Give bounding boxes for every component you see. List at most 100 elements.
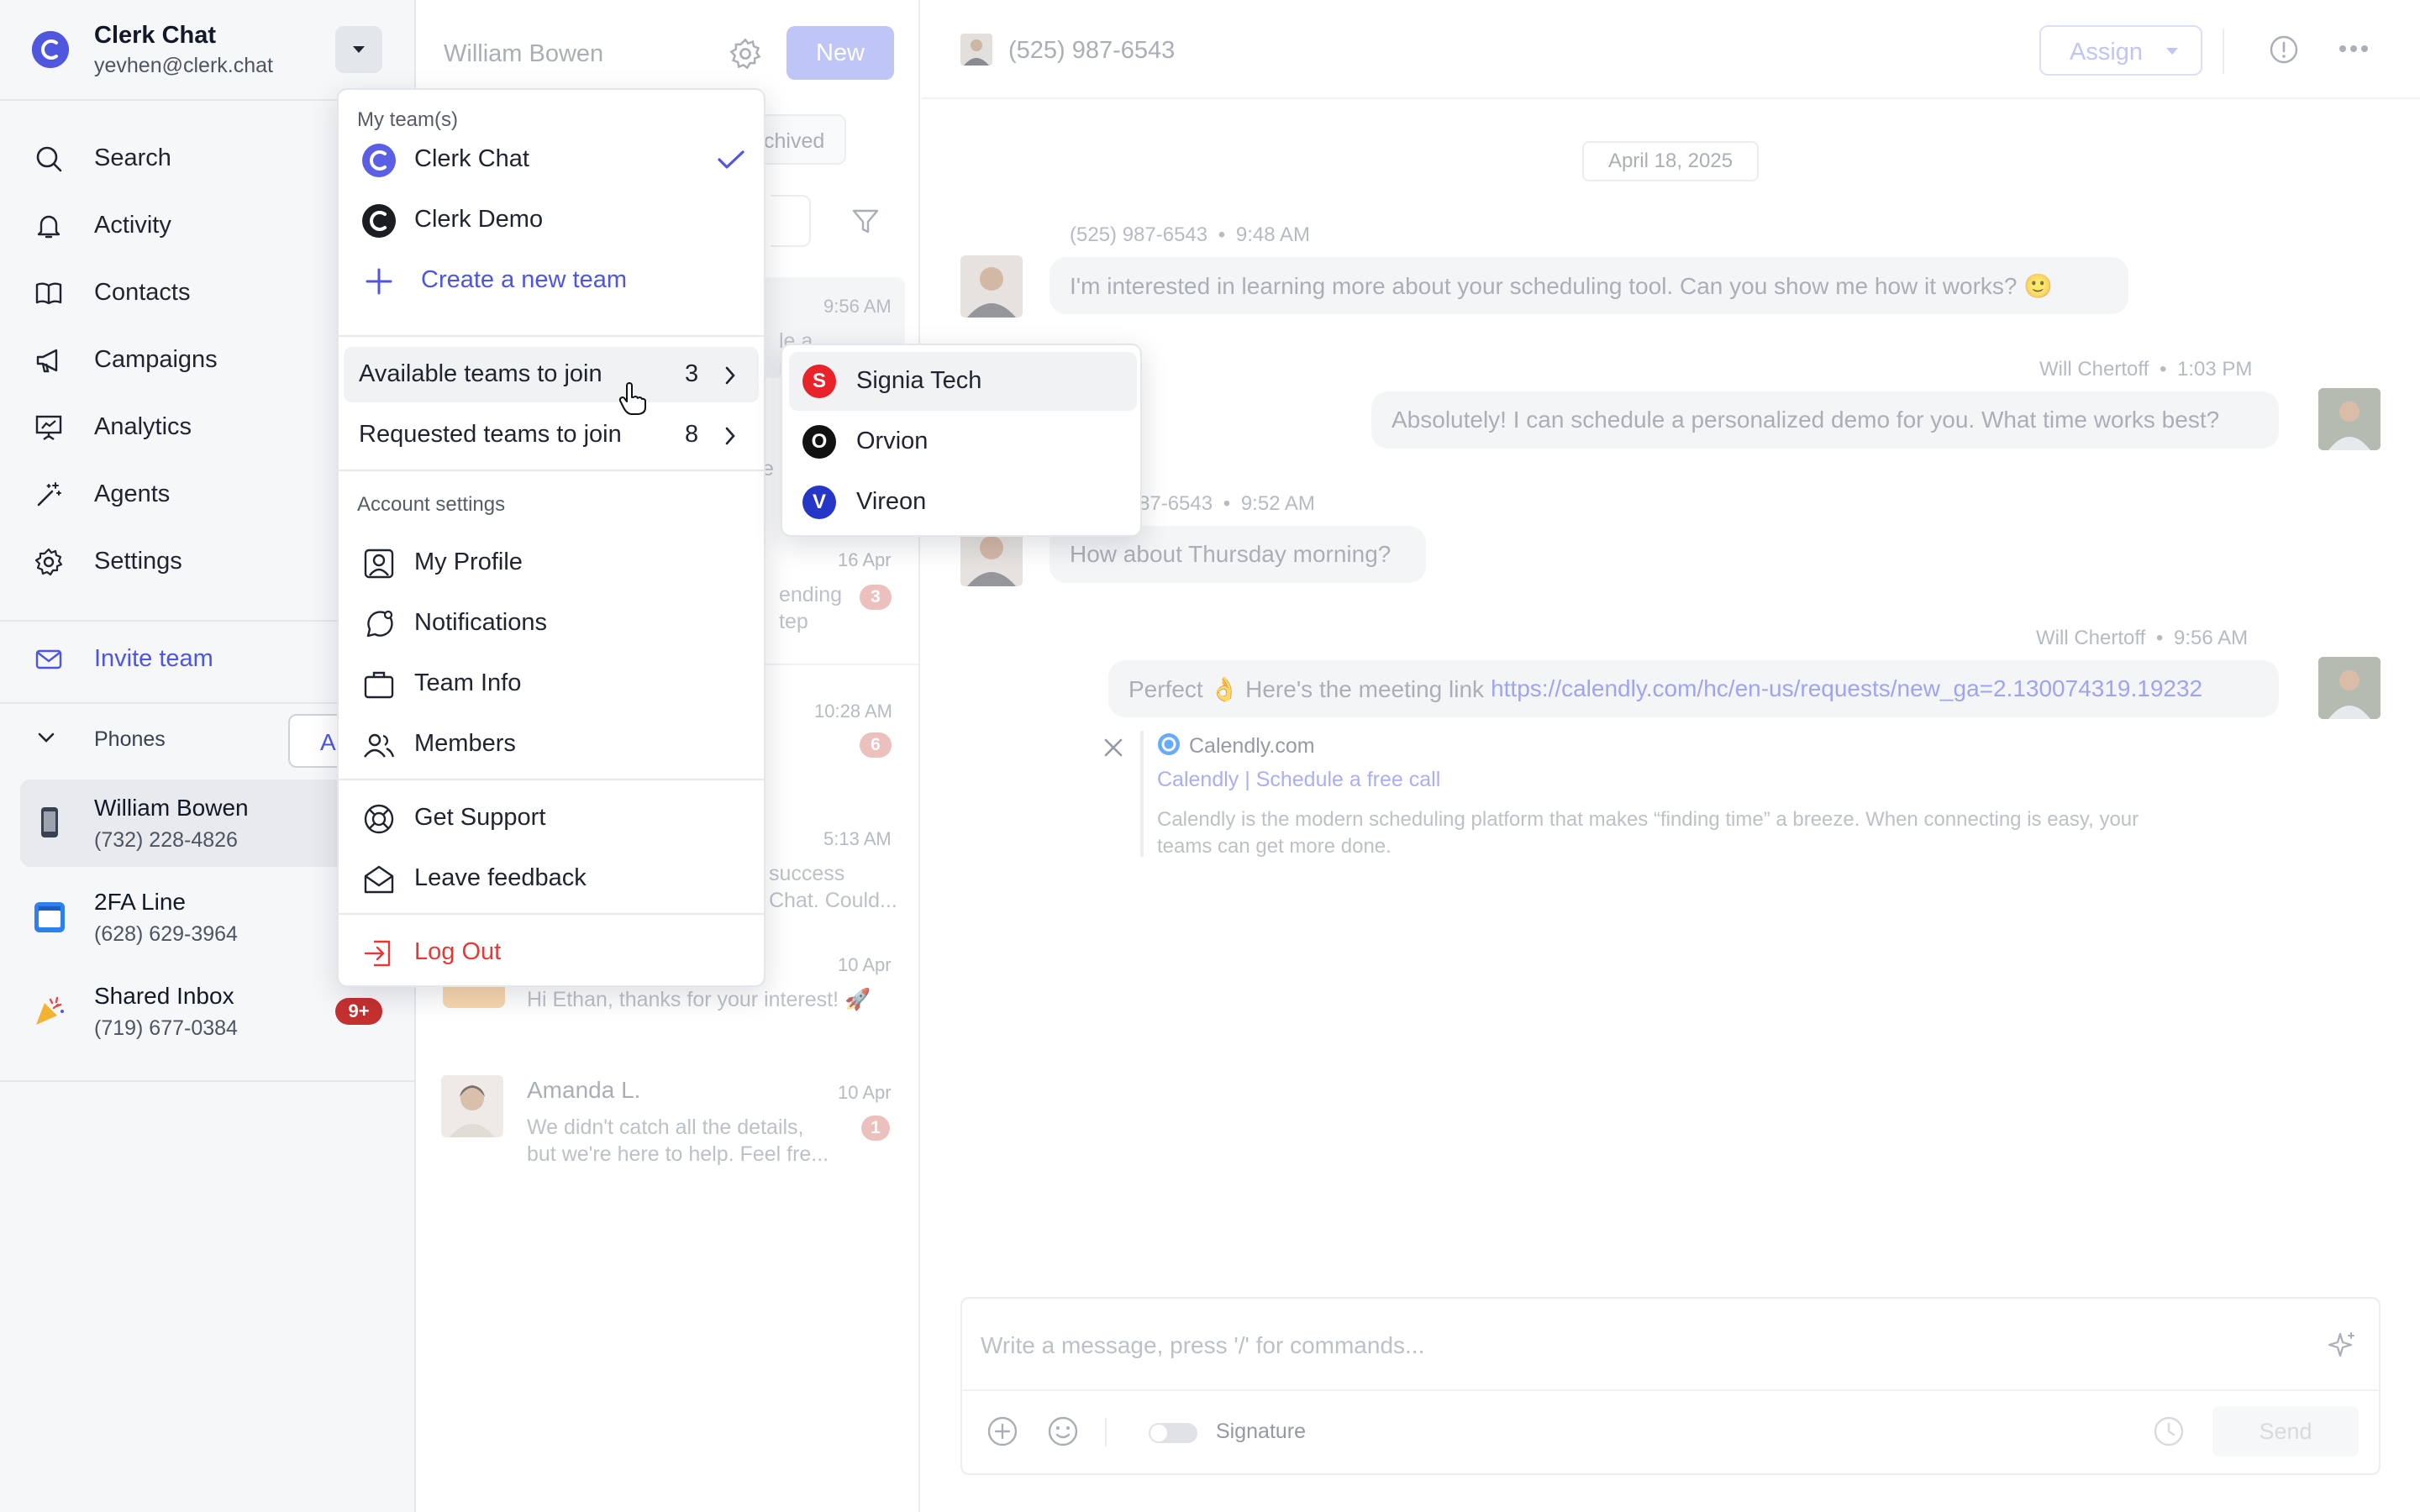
phone-name: Shared Inbox [94,983,234,1009]
conv-preview: We didn't catch all the details, [527,1116,804,1139]
divider [339,913,764,915]
bell-icon [37,215,60,239]
check-icon [718,150,744,169]
new-conversation-button[interactable]: New [786,26,894,80]
menu-label: Leave feedback [414,864,587,891]
clerk-chat-logo-icon [362,144,396,177]
preview-title: Calendly | Schedule a free call [1157,768,1441,791]
logout-icon [364,940,391,967]
magic-wand-icon [37,482,61,507]
menu-item-notifications[interactable]: Notifications [344,596,759,651]
leave-feedback-item[interactable]: Leave feedback [344,851,759,906]
info-icon[interactable] [2268,34,2300,66]
search-input[interactable] [771,195,811,247]
preview-bar [1140,731,1144,857]
nav-label: Activity [94,211,171,239]
available-teams-item[interactable]: Available teams to join 3 [344,347,759,402]
message-link[interactable]: https://calendly.com/hc/en-us/requests/n… [1491,675,2202,702]
message-text: Perfect 👌 Here's the meeting link [1128,675,1485,702]
team-menu: My team(s) Clerk Chat Clerk Demo Create … [337,88,765,987]
agent-avatar [2318,388,2381,450]
message-input[interactable]: Write a message, press '/' for commands.… [981,1332,1424,1359]
schedule-icon[interactable] [2152,1415,2186,1448]
conv-preview: success [769,862,845,885]
conv-preview: Hi Ethan, thanks for your interest! 🚀 [527,988,871,1011]
add-phone-label: A [320,729,336,755]
chat-bubble-icon [366,610,393,638]
workspace-menu-button[interactable] [335,26,382,73]
team-option-label: Orvion [856,428,929,454]
caret-down-icon [353,46,365,53]
filter-icon[interactable] [850,207,881,237]
menu-item-members[interactable]: Members [344,717,759,772]
available-teams-submenu: S Signia Tech O Orvion V Vireon [781,344,1142,537]
requested-teams-count: 8 [685,421,699,448]
phone-number: (628) 629-3964 [94,922,238,946]
conv-preview: ending [779,583,843,606]
phones-title: Phones [94,727,166,751]
message-bubble: Absolutely! I can schedule a personalize… [1371,391,2279,449]
message-meta: Will Chertoff • 9:56 AM [2036,627,2249,649]
requested-teams-item[interactable]: Requested teams to join 8 [344,407,759,463]
more-icon[interactable] [2338,42,2369,55]
menu-item-my-profile[interactable]: My Profile [344,535,759,591]
list-item[interactable]: Amanda L. 10 Apr We didn't catch all the… [434,1067,905,1176]
team-option-orvion[interactable]: O Orvion [789,412,1137,471]
preview-site: Calendly.com [1189,734,1315,758]
tab-label: chived [764,129,825,153]
get-support-item[interactable]: Get Support [344,790,759,846]
preview-desc: Calendly is the modern scheduling platfo… [1157,808,2139,831]
book-icon [35,282,62,305]
contact-name: Amanda L. [527,1077,641,1103]
menu-item-team-info[interactable]: Team Info [344,656,759,711]
divider [339,779,764,780]
message-meta: (525) 987-6543 • 9:48 AM [1070,223,1310,246]
conv-time: 9:56 AM [823,296,892,317]
requested-teams-label: Requested teams to join [359,421,622,448]
preview-desc: teams can get more done. [1157,835,1392,858]
divider [0,1080,416,1082]
team-option-signia-tech[interactable]: S Signia Tech [789,352,1137,411]
team-item-clerk-demo[interactable]: Clerk Demo [344,192,759,248]
signature-toggle[interactable] [1149,1423,1197,1443]
phone-number: (732) 228-4826 [94,828,238,852]
chevron-down-icon [38,732,55,743]
caret-down-icon [2166,48,2178,55]
sparkle-icon[interactable] [2325,1329,2359,1362]
nav-label: Campaigns [94,345,218,373]
contact-avatar [960,255,1023,318]
link-preview[interactable]: Calendly.com Calendly | Schedule a free … [1157,731,2283,865]
available-teams-label: Available teams to join [359,360,602,387]
nav-label: Analytics [94,412,192,440]
gear-icon [34,548,63,576]
gear-icon[interactable] [729,37,762,71]
vireon-logo-icon: V [802,486,836,519]
date-chip: April 18, 2025 [1582,141,1759,181]
add-icon[interactable] [986,1415,1019,1448]
team-option-vireon[interactable]: V Vireon [789,473,1137,532]
close-icon[interactable] [1102,737,1124,759]
workspace-email: yevhen@clerk.chat [94,54,273,77]
envelope-open-icon [364,865,394,894]
create-team-button[interactable]: Create a new team [344,253,759,308]
log-out-button[interactable]: Log Out [344,925,759,980]
signature-label: Signature [1216,1420,1307,1443]
message-meta: 87-6543 • 9:52 AM [1139,492,1315,515]
menu-section-title: Account settings [357,493,506,516]
send-button[interactable]: Send [2212,1406,2359,1457]
presentation-icon [35,415,62,440]
phone-number: (719) 677-0384 [94,1016,238,1040]
emoji-icon[interactable] [1046,1415,1080,1448]
conv-preview: Chat. Could... [769,889,897,912]
team-label: Clerk Demo [414,206,544,233]
lifebuoy-icon [364,804,394,834]
workspace-name: Clerk Chat [94,22,217,49]
unread-badge: 6 [860,732,892,758]
conv-time: 10 Apr [838,1082,892,1103]
team-option-label: Vireon [856,488,927,515]
message-meta: Will Chertoff • 1:03 PM [2039,358,2253,381]
unread-badge: 3 [860,585,892,610]
menu-label: Notifications [414,609,547,636]
assign-button[interactable]: Assign [2039,25,2202,76]
team-item-clerk-chat[interactable]: Clerk Chat [344,132,759,187]
